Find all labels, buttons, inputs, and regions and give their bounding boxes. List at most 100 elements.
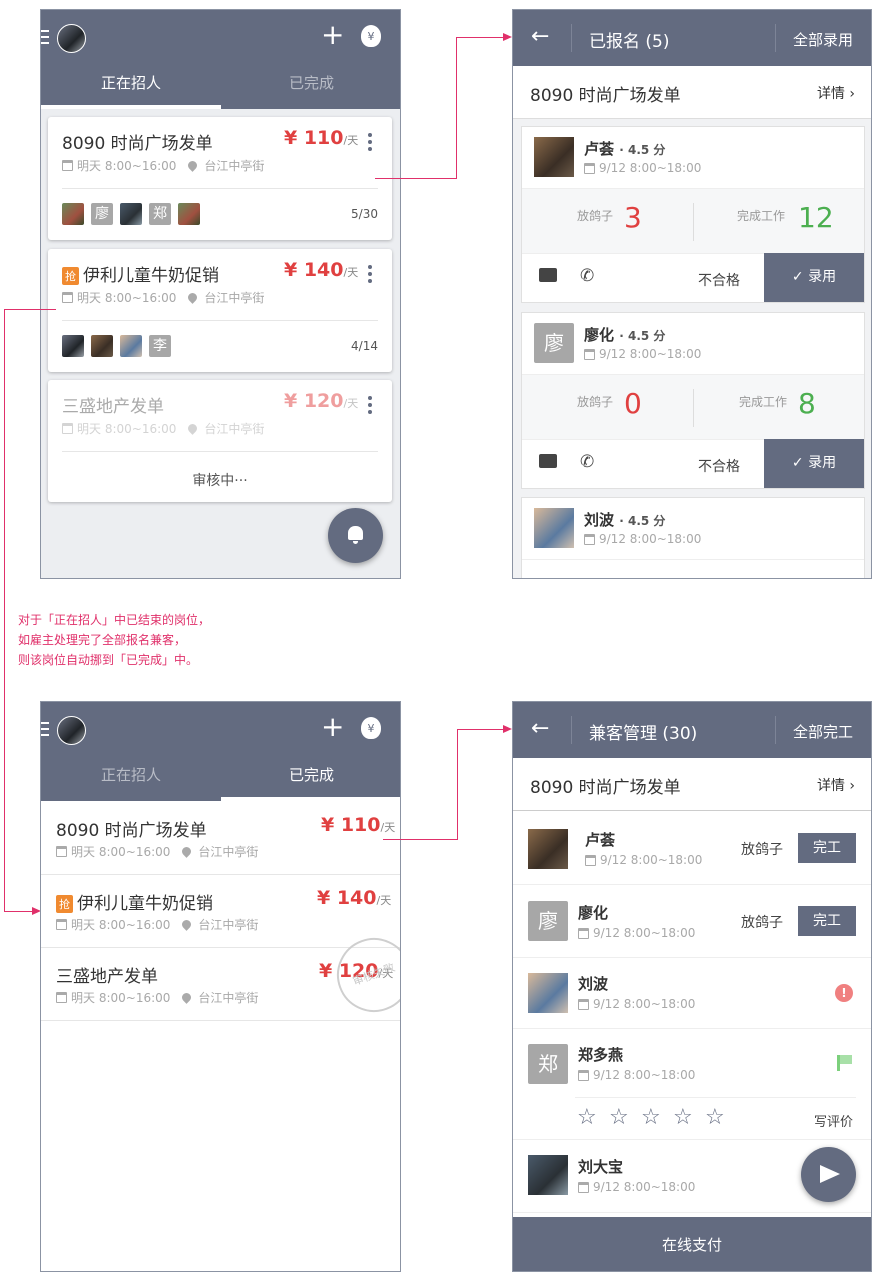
job-row[interactable]: 三盛地产发单 ¥ 120/天 明天 8:00~16:00 台江中亭街 审核失败 bbox=[41, 927, 400, 1023]
job-title: 三盛地产发单 bbox=[62, 397, 164, 417]
send-icon bbox=[820, 1165, 840, 1183]
phone-icon[interactable]: ✆ bbox=[580, 452, 594, 472]
job-price: ¥ 110/天 bbox=[284, 127, 359, 149]
app-header: ← 已报名 (5) 全部录用 bbox=[513, 10, 871, 66]
alert-icon[interactable]: ! bbox=[835, 984, 853, 1002]
finish-all-button[interactable]: 全部完工 bbox=[793, 721, 853, 742]
detail-link[interactable]: 详情 › bbox=[817, 83, 855, 103]
menu-icon[interactable] bbox=[41, 722, 49, 736]
avatar[interactable] bbox=[178, 203, 200, 225]
worker-meta: 9/12 8:00~18:00 bbox=[578, 1180, 695, 1194]
flake-button[interactable]: 放鸽子 bbox=[741, 912, 783, 932]
chat-icon[interactable] bbox=[539, 454, 557, 468]
more-icon[interactable] bbox=[368, 133, 372, 154]
avatar[interactable]: 廖 bbox=[91, 203, 113, 225]
calendar-icon bbox=[62, 423, 73, 434]
avatar[interactable] bbox=[534, 508, 574, 548]
calendar-icon bbox=[578, 1181, 589, 1193]
reject-button[interactable]: 不合格 bbox=[698, 270, 740, 290]
finish-button[interactable]: 完工 bbox=[798, 833, 856, 863]
star-icon[interactable]: ☆ bbox=[705, 1105, 725, 1130]
app-header: + ¥ 正在招人 已完成 bbox=[41, 702, 400, 801]
tab-completed[interactable]: 已完成 bbox=[289, 72, 334, 93]
arrow-icon bbox=[503, 725, 512, 733]
phone-icon[interactable]: ✆ bbox=[580, 266, 594, 286]
applicant-meta: 9/12 8:00~18:00 bbox=[584, 532, 701, 546]
applicant-count: 5/30 bbox=[351, 207, 378, 221]
avatar[interactable] bbox=[120, 203, 142, 225]
star-icon[interactable]: ☆ bbox=[641, 1105, 661, 1130]
job-card[interactable]: 三盛地产发单 ¥ 120/天 明天 8:00~16:00 台江中亭街 审核中··· bbox=[48, 380, 392, 502]
add-icon[interactable]: + bbox=[321, 712, 344, 742]
reject-button[interactable]: 不合格 bbox=[698, 456, 740, 476]
avatar[interactable] bbox=[528, 829, 568, 869]
calendar-icon bbox=[62, 160, 73, 171]
tab-recruiting[interactable]: 正在招人 bbox=[101, 764, 161, 785]
avatar[interactable] bbox=[57, 24, 86, 53]
avatar[interactable] bbox=[62, 203, 84, 225]
add-icon[interactable]: + bbox=[321, 20, 344, 50]
calendar-icon bbox=[578, 998, 589, 1010]
job-row[interactable]: 8090 时尚广场发单 ¥ 110/天 明天 8:00~16:00 台江中亭街 bbox=[41, 801, 400, 875]
avatar[interactable] bbox=[534, 137, 574, 177]
write-review-link[interactable]: 写评价 bbox=[814, 1111, 853, 1130]
money-bag-icon[interactable]: ¥ bbox=[361, 25, 381, 47]
avatar[interactable]: 郑 bbox=[149, 203, 171, 225]
done-count: 12 bbox=[798, 201, 834, 234]
calendar-icon bbox=[56, 846, 67, 857]
rating: · 4.5 分 bbox=[619, 329, 666, 343]
more-icon[interactable] bbox=[368, 265, 372, 286]
flake-button[interactable]: 放鸽子 bbox=[741, 839, 783, 859]
hire-button[interactable]: ✓ 录用 bbox=[764, 439, 864, 488]
calendar-icon bbox=[56, 992, 67, 1003]
star-icon[interactable]: ☆ bbox=[673, 1105, 693, 1130]
job-meta: 明天 8:00~16:00 台江中亭街 bbox=[56, 916, 258, 933]
job-bar[interactable]: 8090 时尚广场发单 详情 › bbox=[513, 758, 871, 811]
job-card[interactable]: 8090 时尚广场发单 ¥ 110/天 明天 8:00~16:00 台江中亭街 廖… bbox=[48, 117, 392, 240]
worker-row: 卢荟 9/12 8:00~18:00 放鸽子 完工 bbox=[513, 811, 871, 885]
avatar[interactable]: 廖 bbox=[528, 901, 568, 941]
finish-button[interactable]: 完工 bbox=[798, 906, 856, 936]
location-icon bbox=[180, 918, 194, 931]
send-button[interactable] bbox=[801, 1147, 856, 1202]
avatar[interactable] bbox=[528, 973, 568, 1013]
page-title: 兼客管理 (30) bbox=[589, 724, 698, 744]
avatar[interactable] bbox=[120, 335, 142, 357]
money-bag-icon[interactable]: ¥ bbox=[361, 717, 381, 739]
job-card[interactable]: 抢伊利儿童牛奶促销 ¥ 140/天 明天 8:00~16:00 台江中亭街 李 4… bbox=[48, 249, 392, 372]
chat-icon[interactable] bbox=[539, 268, 557, 282]
job-bar[interactable]: 8090 时尚广场发单 详情 › bbox=[513, 66, 871, 119]
notification-button[interactable] bbox=[328, 508, 383, 563]
back-icon[interactable]: ← bbox=[531, 24, 549, 49]
location-icon bbox=[180, 845, 194, 858]
tab-recruiting[interactable]: 正在招人 bbox=[101, 72, 161, 93]
done-label: 完成工作 bbox=[739, 395, 788, 409]
detail-link[interactable]: 详情 › bbox=[817, 775, 855, 795]
avatar[interactable]: 李 bbox=[149, 335, 171, 357]
star-icon[interactable]: ☆ bbox=[577, 1105, 597, 1130]
back-icon[interactable]: ← bbox=[531, 716, 549, 741]
tab-completed[interactable]: 已完成 bbox=[289, 764, 334, 785]
applicant-name: 刘波 bbox=[584, 511, 615, 529]
worker-meta: 9/12 8:00~18:00 bbox=[578, 997, 695, 1011]
job-meta: 明天 8:00~16:00 台江中亭街 bbox=[62, 420, 264, 437]
menu-icon[interactable] bbox=[41, 30, 49, 44]
applicant-name: 廖化 bbox=[584, 326, 615, 344]
more-icon[interactable] bbox=[368, 396, 372, 417]
job-row[interactable]: 抢伊利儿童牛奶促销 ¥ 140/天 明天 8:00~16:00 台江中亭街 bbox=[41, 875, 400, 948]
hire-all-button[interactable]: 全部录用 bbox=[793, 29, 853, 50]
worker-meta: 9/12 8:00~18:00 bbox=[578, 1068, 695, 1082]
avatar[interactable] bbox=[528, 1155, 568, 1195]
pay-online-button[interactable]: 在线支付 bbox=[513, 1217, 871, 1271]
avatar[interactable] bbox=[57, 716, 86, 745]
avatar[interactable]: 郑 bbox=[528, 1044, 568, 1084]
avatar[interactable]: 廖 bbox=[534, 323, 574, 363]
avatar[interactable] bbox=[91, 335, 113, 357]
star-icon[interactable]: ☆ bbox=[609, 1105, 629, 1130]
applicant-card: 卢荟 · 4.5 分 9/12 8:00~18:00 放鸽子 3 完成工作 12… bbox=[521, 126, 865, 303]
job-meta: 明天 8:00~16:00 台江中亭街 bbox=[56, 989, 258, 1006]
flake-count: 0 bbox=[624, 387, 642, 420]
avatar[interactable] bbox=[62, 335, 84, 357]
job-title: 8090 时尚广场发单 bbox=[62, 134, 213, 154]
hire-button[interactable]: ✓ 录用 bbox=[764, 253, 864, 302]
